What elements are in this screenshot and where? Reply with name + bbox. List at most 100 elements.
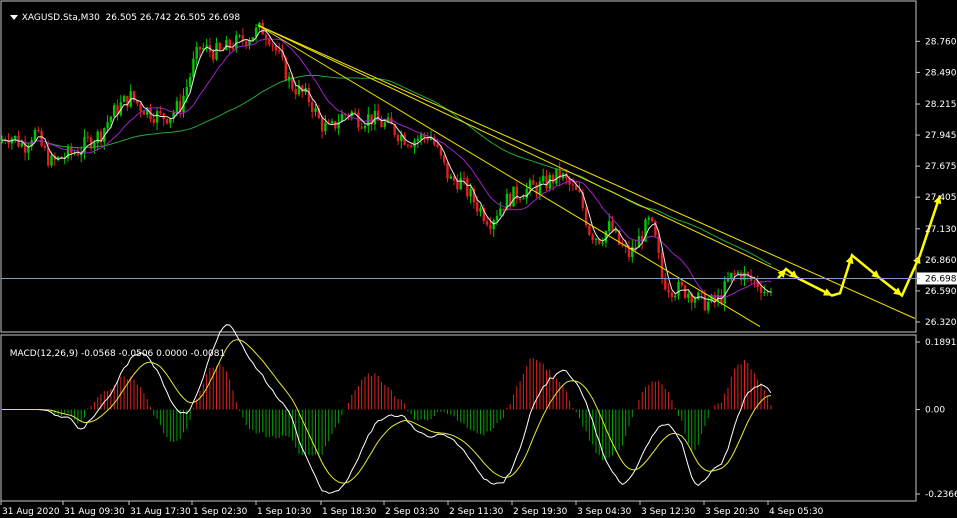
price-tick-label: 26.320 — [925, 318, 957, 328]
macd-header: MACD(12,26,9) -0.0568 -0.0506 0.0000 -0.… — [4, 339, 226, 359]
macd-tick-label: 0.00 — [925, 406, 945, 416]
chart-canvas[interactable]: 28.760 28.490 28.215 27.945 27.675 27.405 27.1… — [0, 0, 957, 518]
price-tick-label: 27.675 — [925, 162, 957, 172]
candle-body — [667, 289, 670, 293]
candle-body — [225, 39, 228, 51]
candle-body — [538, 181, 542, 194]
candle-body — [456, 180, 459, 190]
time-tick-label: 3 Sep 04:30 — [577, 507, 632, 517]
macd-tick-label: -0.2366 — [925, 490, 957, 500]
candle-body — [436, 144, 439, 147]
candle-body — [416, 139, 419, 141]
candle-body — [113, 105, 116, 117]
candle-body — [443, 155, 446, 163]
candle-body — [723, 281, 726, 304]
time-tick-label: 2 Sep 03:30 — [385, 507, 440, 517]
price-pane[interactable] — [0, 0, 917, 333]
candle-body — [492, 220, 495, 230]
candle-body — [525, 188, 528, 199]
candle-body — [518, 198, 522, 200]
candle-body — [736, 272, 740, 275]
price-tick-label: 26.860 — [925, 256, 957, 266]
candle-body — [334, 121, 337, 129]
candle-body — [419, 134, 423, 140]
candle-body — [122, 95, 126, 103]
candle-body — [759, 287, 763, 293]
candle-body — [165, 118, 169, 124]
time-tick-label: 3 Sep 12:30 — [641, 507, 696, 517]
candle-body — [594, 238, 598, 240]
candle-body — [271, 44, 274, 46]
price-tick-label: 28.490 — [925, 68, 957, 78]
price-tick-label: 27.405 — [925, 193, 957, 203]
candle-body — [707, 301, 710, 311]
candle-body — [462, 177, 466, 179]
macd-info: MACD(12,26,9) -0.0568 -0.0506 0.0000 -0.… — [9, 349, 226, 359]
candle-body — [50, 155, 53, 166]
candle-body — [86, 136, 89, 138]
candle-body — [43, 145, 47, 149]
candle-body — [634, 246, 637, 248]
price-tick-label: 28.215 — [925, 100, 957, 110]
candle-body — [502, 208, 505, 211]
candle-body — [680, 282, 683, 286]
candle-body — [446, 162, 449, 179]
time-tick-label: 31 Aug 2020 — [2, 507, 60, 517]
candle-body — [545, 175, 548, 189]
candle-body — [466, 177, 469, 197]
candle-body — [522, 198, 525, 200]
candle-body — [449, 176, 452, 179]
time-tick-label: 1 Sep 10:30 — [257, 507, 312, 517]
symbol-header: XAGUSD.Sta,M30 26.505 26.742 26.505 26.6… — [4, 3, 240, 23]
candle-body — [218, 43, 221, 50]
candle-body — [307, 87, 311, 103]
candle-body — [231, 48, 235, 50]
candle-body — [664, 278, 667, 290]
candle-body — [155, 111, 159, 123]
candle-body — [245, 41, 248, 46]
candle-body — [40, 131, 43, 146]
candle-body — [660, 252, 664, 279]
candle-body — [76, 152, 80, 156]
candle-body — [647, 217, 650, 220]
candle-body — [360, 127, 363, 129]
time-tick-label: 1 Sep 02:30 — [193, 507, 248, 517]
candle-body — [353, 111, 357, 113]
candle-body — [588, 225, 591, 235]
candle-body — [406, 144, 410, 146]
candle-body — [551, 175, 555, 184]
candle-body — [700, 292, 703, 294]
candle-body — [47, 148, 50, 166]
candle-body — [202, 47, 205, 50]
time-tick-label: 2 Sep 11:30 — [449, 507, 504, 517]
candle-body — [608, 221, 611, 232]
candle-body — [373, 110, 377, 125]
candle-body — [693, 299, 697, 303]
candle-body — [238, 35, 241, 37]
candle-body — [383, 122, 386, 128]
candle-body — [677, 282, 680, 296]
macd-pane[interactable] — [0, 334, 917, 502]
time-tick-label: 3 Sep 20:30 — [705, 507, 760, 517]
candle-body — [14, 136, 17, 139]
time-tick-label: 4 Sep 05:30 — [769, 507, 824, 517]
candle-body — [169, 118, 172, 124]
candle-body — [185, 86, 188, 96]
candle-body — [703, 292, 707, 311]
candle-body — [139, 103, 142, 112]
candle-body — [495, 215, 499, 221]
candle-body — [683, 285, 687, 298]
candle-body — [93, 142, 96, 149]
candle-body — [469, 188, 472, 197]
macd-tick-label: 0.1891 — [925, 338, 957, 348]
candle-body — [611, 221, 614, 232]
candle-body — [363, 125, 367, 129]
candle-body — [33, 129, 37, 141]
dropdown-triangle-icon[interactable] — [9, 15, 18, 20]
candle-body — [330, 121, 334, 124]
candle-body — [650, 217, 654, 222]
candle-body — [591, 234, 594, 240]
candle-body — [20, 143, 23, 147]
candle-body — [674, 295, 677, 298]
candle-body — [215, 43, 218, 60]
